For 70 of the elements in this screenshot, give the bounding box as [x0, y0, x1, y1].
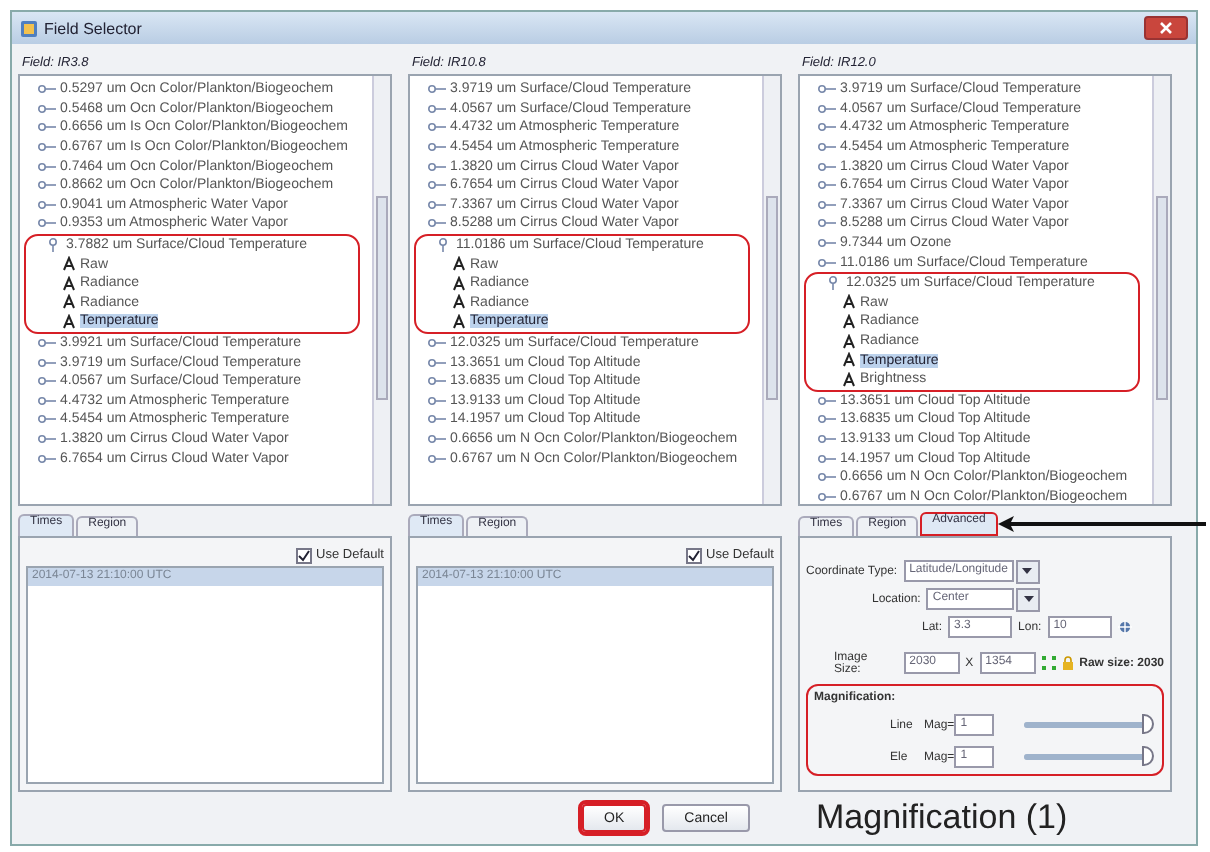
window-title: Field Selector: [44, 19, 142, 37]
tree-handle-icon[interactable]: [434, 238, 452, 253]
tree-handle-icon[interactable]: [38, 82, 56, 97]
tree-handle-icon[interactable]: [38, 374, 56, 389]
tree-handle-icon[interactable]: [428, 101, 446, 116]
scrollbar[interactable]: [372, 76, 390, 504]
tree-handle-icon[interactable]: [428, 216, 446, 231]
tree-handle-icon[interactable]: [428, 82, 446, 97]
dropdown-button[interactable]: [1016, 587, 1041, 611]
tree-handle-icon[interactable]: [818, 216, 836, 231]
scrollbar[interactable]: [1152, 76, 1170, 504]
tree-handle-icon[interactable]: [38, 412, 56, 427]
tree-handle-icon[interactable]: [818, 120, 836, 135]
tree-handle-icon[interactable]: [38, 178, 56, 193]
tree-handle-icon[interactable]: [818, 178, 836, 193]
caret-icon: [1023, 596, 1034, 602]
tree-handle-icon[interactable]: [818, 489, 836, 504]
dropdown-button[interactable]: [1015, 559, 1040, 583]
check-icon: [688, 549, 701, 561]
app-icon: [20, 19, 38, 37]
tree-handle-icon[interactable]: [38, 197, 56, 212]
tree-handle-icon[interactable]: [428, 197, 446, 212]
tree-handle-icon[interactable]: [428, 393, 446, 408]
caption-text: Magnification (1): [816, 798, 1070, 838]
tree-handle-icon[interactable]: [428, 374, 446, 389]
tree-handle-icon[interactable]: [818, 82, 836, 97]
tree-handle-icon[interactable]: [38, 393, 56, 408]
tree-handle-icon[interactable]: [38, 101, 56, 116]
check-icon: [298, 549, 311, 561]
tree-handle-icon[interactable]: [824, 276, 842, 291]
tree-handle-icon[interactable]: [428, 120, 446, 135]
scrollbar[interactable]: [762, 76, 780, 504]
tree-handle-icon[interactable]: [38, 140, 56, 155]
lock-icon[interactable]: [1061, 656, 1074, 670]
tree-handle-icon[interactable]: [818, 412, 836, 427]
checkbox[interactable]: [686, 547, 703, 563]
caret-icon: [1022, 568, 1033, 574]
checkbox[interactable]: [296, 547, 313, 563]
tree-handle-icon[interactable]: [818, 451, 836, 466]
resize-icon[interactable]: [1041, 656, 1056, 670]
tree-handle-icon[interactable]: [44, 238, 62, 253]
close-button[interactable]: [1144, 16, 1188, 40]
tree-handle-icon[interactable]: [428, 336, 446, 351]
tree-handle-icon[interactable]: [818, 393, 836, 408]
tree-handle-icon[interactable]: [428, 140, 446, 155]
tree-handle-icon[interactable]: [818, 470, 836, 485]
tree-handle-icon[interactable]: [428, 355, 446, 370]
tree-handle-icon[interactable]: [428, 431, 446, 446]
tree-handle-icon[interactable]: [38, 120, 56, 135]
slider-thumb[interactable]: [1142, 714, 1155, 734]
tree-handle-icon[interactable]: [818, 236, 836, 251]
tree-handle-icon[interactable]: [38, 355, 56, 370]
tree-handle-icon[interactable]: [428, 159, 446, 174]
tree-handle-icon[interactable]: [818, 159, 836, 174]
close-icon: [1160, 22, 1172, 34]
tree-handle-icon[interactable]: [428, 451, 446, 466]
tree-handle-icon[interactable]: [818, 431, 836, 446]
tree-handle-icon[interactable]: [38, 216, 56, 231]
tree-handle-icon[interactable]: [818, 197, 836, 212]
tree-handle-icon[interactable]: [38, 451, 56, 466]
tree-handle-icon[interactable]: [38, 159, 56, 174]
tree-handle-icon[interactable]: [818, 101, 836, 116]
tree-handle-icon[interactable]: [38, 431, 56, 446]
slider-thumb[interactable]: [1142, 746, 1155, 766]
tree-handle-icon[interactable]: [428, 412, 446, 427]
tree-handle-icon[interactable]: [818, 140, 836, 155]
tree-handle-icon[interactable]: [428, 178, 446, 193]
tree-handle-icon[interactable]: [818, 255, 836, 270]
tree-handle-icon[interactable]: [38, 336, 56, 351]
crosshair-icon[interactable]: [1117, 620, 1132, 634]
